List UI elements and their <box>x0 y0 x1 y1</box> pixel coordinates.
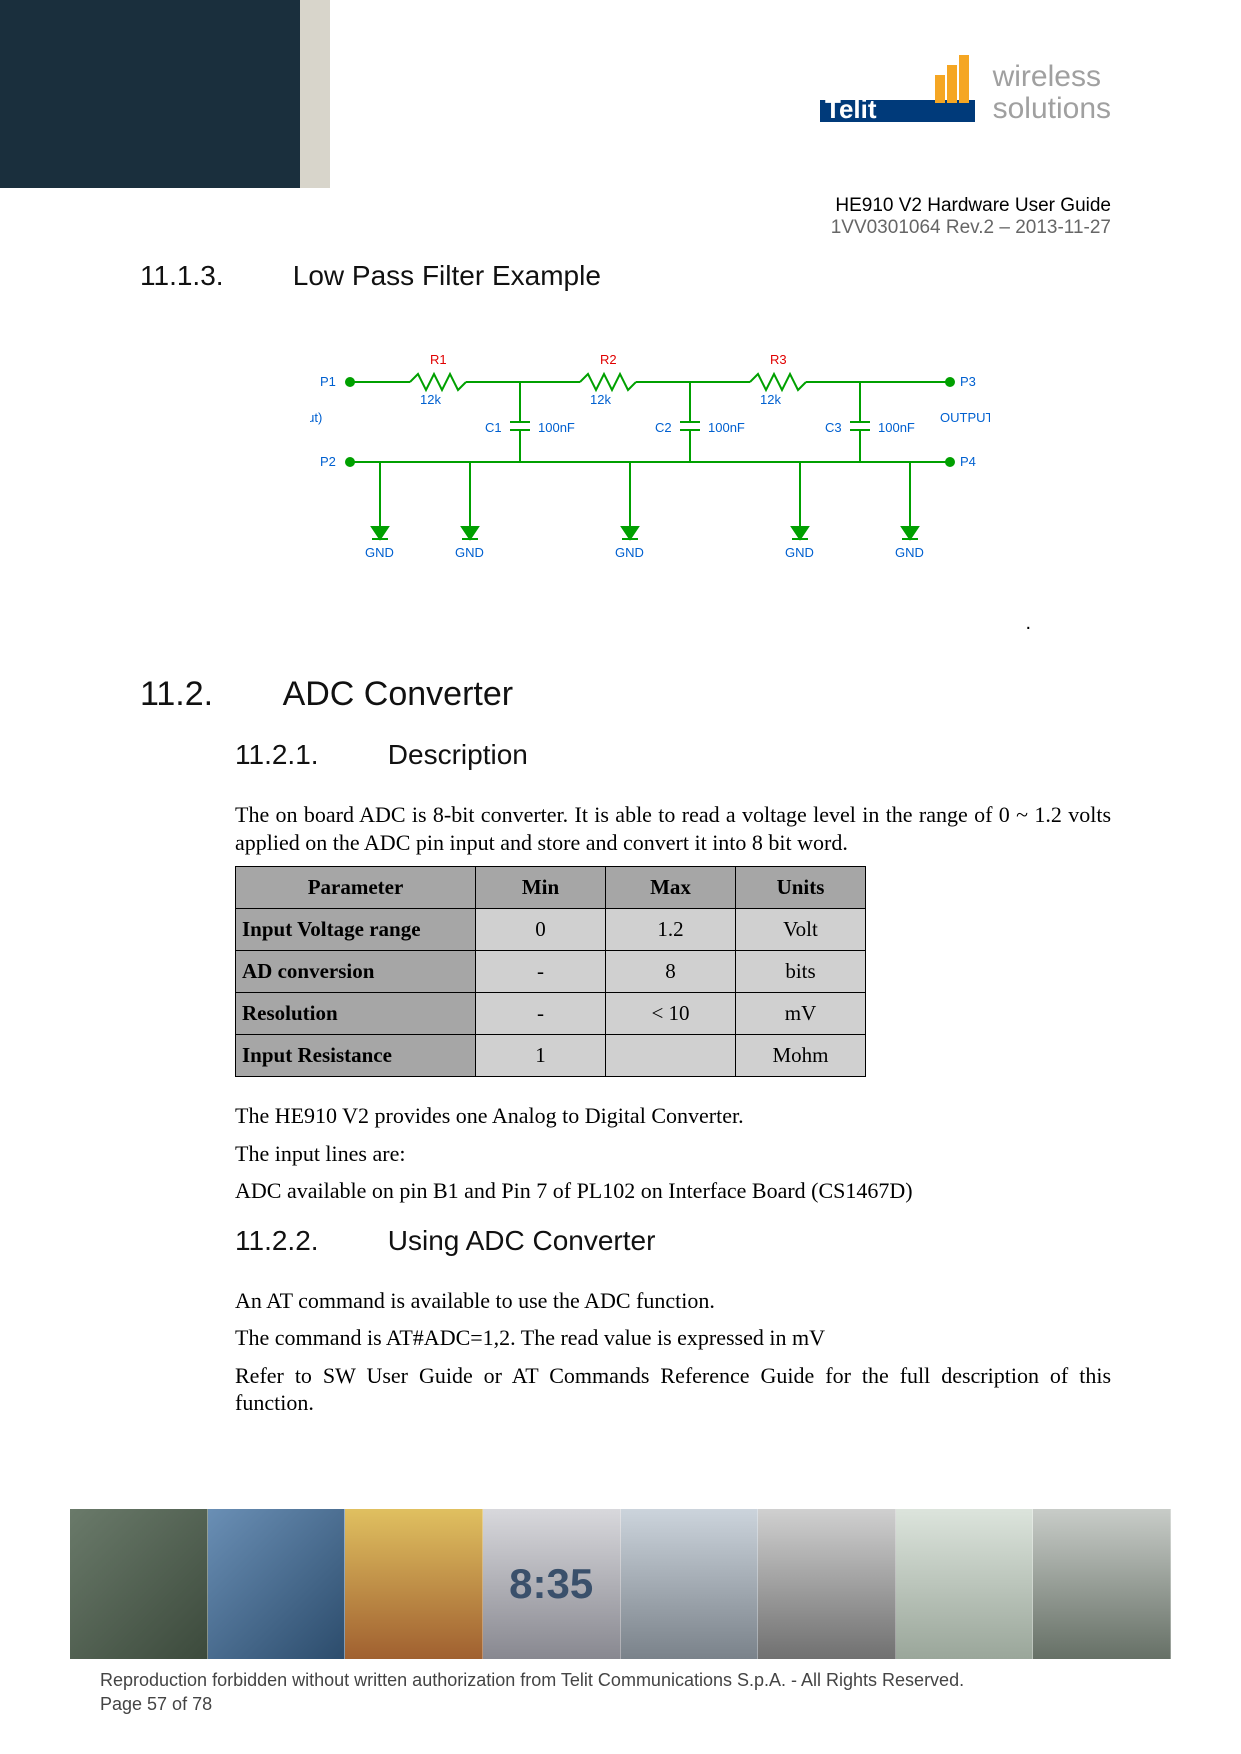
label-r2: R2 <box>600 352 617 367</box>
label-p4: P4 <box>960 454 976 469</box>
th-units: Units <box>736 867 866 909</box>
label-r1: R1 <box>430 352 447 367</box>
heading-11-2-2: 11.2.2. Using ADC Converter <box>235 1225 1111 1257</box>
label-c1-val: 100nF <box>538 420 575 435</box>
label-gnd3: GND <box>615 545 644 560</box>
heading-title: Low Pass Filter Example <box>293 260 601 291</box>
page-content: 11.1.3. Low Pass Filter Example <box>140 260 1111 1427</box>
low-pass-filter-schematic: R1 R2 R3 P1 P2 P3 P4 INPUT (dac_out) OUT… <box>310 342 990 592</box>
heading-title: Using ADC Converter <box>388 1225 656 1256</box>
label-p1: P1 <box>320 374 336 389</box>
label-r1-val: 12k <box>420 392 441 407</box>
label-c2-val: 100nF <box>708 420 745 435</box>
using-p3: Refer to SW User Guide or AT Commands Re… <box>235 1362 1111 1417</box>
heading-num: 11.2.2. <box>235 1225 380 1257</box>
heading-11-2: 11.2. ADC Converter <box>140 675 1111 714</box>
table-row: Input Resistance 1 Mohm <box>236 1035 866 1077</box>
desc-p2: The HE910 V2 provides one Analog to Digi… <box>235 1102 1111 1130</box>
desc-p4: ADC available on pin B1 and Pin 7 of PL1… <box>235 1177 1111 1205</box>
th-parameter: Parameter <box>236 867 476 909</box>
heading-num: 11.2.1. <box>235 739 380 771</box>
tagline-line1: wireless <box>993 61 1111 93</box>
heading-11-1-3: 11.1.3. Low Pass Filter Example <box>140 260 1111 292</box>
logo-text: Telit <box>825 94 877 124</box>
footer-line2: Page 57 of 78 <box>100 1693 964 1716</box>
cell-min: 0 <box>476 909 606 951</box>
adc-parameters-table: Parameter Min Max Units Input Voltage ra… <box>235 866 866 1077</box>
desc-p3: The input lines are: <box>235 1140 1111 1168</box>
table-row: Resolution - < 10 mV <box>236 993 866 1035</box>
cell-max: 1.2 <box>606 909 736 951</box>
cell-units: Volt <box>736 909 866 951</box>
footer-image-strip: 8:35 <box>70 1509 1171 1659</box>
cell-max: < 10 <box>606 993 736 1035</box>
telit-logo: Telit <box>820 55 975 130</box>
cell-param: Resolution <box>236 993 476 1035</box>
header-dark-block <box>0 0 300 188</box>
label-c3-val: 100nF <box>878 420 915 435</box>
cell-max <box>606 1035 736 1077</box>
label-gnd4: GND <box>785 545 814 560</box>
cell-units: mV <box>736 993 866 1035</box>
label-input: INPUT (dac_out) <box>310 410 322 425</box>
footer-text: Reproduction forbidden without written a… <box>100 1669 964 1716</box>
cell-min: - <box>476 951 606 993</box>
label-c3: C3 <box>825 420 842 435</box>
label-output: OUTPUT <box>940 410 990 425</box>
tagline-line2: solutions <box>993 93 1111 125</box>
th-min: Min <box>476 867 606 909</box>
heading-title: Description <box>388 739 528 770</box>
header-paper-edge <box>300 0 330 188</box>
table-row: AD conversion - 8 bits <box>236 951 866 993</box>
label-gnd2: GND <box>455 545 484 560</box>
doc-revision: 1VV0301064 Rev.2 – 2013-11-27 <box>831 217 1111 239</box>
using-p2: The command is AT#ADC=1,2. The read valu… <box>235 1324 1111 1352</box>
desc-p1: The on board ADC is 8-bit converter. It … <box>235 801 1111 856</box>
label-c1: C1 <box>485 420 502 435</box>
trailing-dot: . <box>140 612 1031 635</box>
cell-param: AD conversion <box>236 951 476 993</box>
label-r2-val: 12k <box>590 392 611 407</box>
tagline: wireless solutions <box>993 61 1111 124</box>
label-gnd5: GND <box>895 545 924 560</box>
table-row: Input Voltage range 0 1.2 Volt <box>236 909 866 951</box>
label-p2: P2 <box>320 454 336 469</box>
doc-title: HE910 V2 Hardware User Guide <box>831 195 1111 217</box>
th-max: Max <box>606 867 736 909</box>
cell-max: 8 <box>606 951 736 993</box>
label-gnd1: GND <box>365 545 394 560</box>
heading-num: 11.1.3. <box>140 260 285 292</box>
cell-min: 1 <box>476 1035 606 1077</box>
label-p3: P3 <box>960 374 976 389</box>
using-p1: An AT command is available to use the AD… <box>235 1287 1111 1315</box>
cell-units: bits <box>736 951 866 993</box>
doc-meta: HE910 V2 Hardware User Guide 1VV0301064 … <box>831 195 1111 239</box>
cell-min: - <box>476 993 606 1035</box>
label-r3-val: 12k <box>760 392 781 407</box>
label-r3: R3 <box>770 352 787 367</box>
logo-area: Telit wireless solutions <box>820 55 1111 130</box>
page-header: Telit wireless solutions <box>0 0 1241 188</box>
footer-line1: Reproduction forbidden without written a… <box>100 1669 964 1692</box>
cell-param: Input Resistance <box>236 1035 476 1077</box>
cell-units: Mohm <box>736 1035 866 1077</box>
label-c2: C2 <box>655 420 672 435</box>
heading-num: 11.2. <box>140 675 275 714</box>
heading-title: ADC Converter <box>283 675 514 713</box>
heading-11-2-1: 11.2.1. Description <box>235 739 1111 771</box>
cell-param: Input Voltage range <box>236 909 476 951</box>
